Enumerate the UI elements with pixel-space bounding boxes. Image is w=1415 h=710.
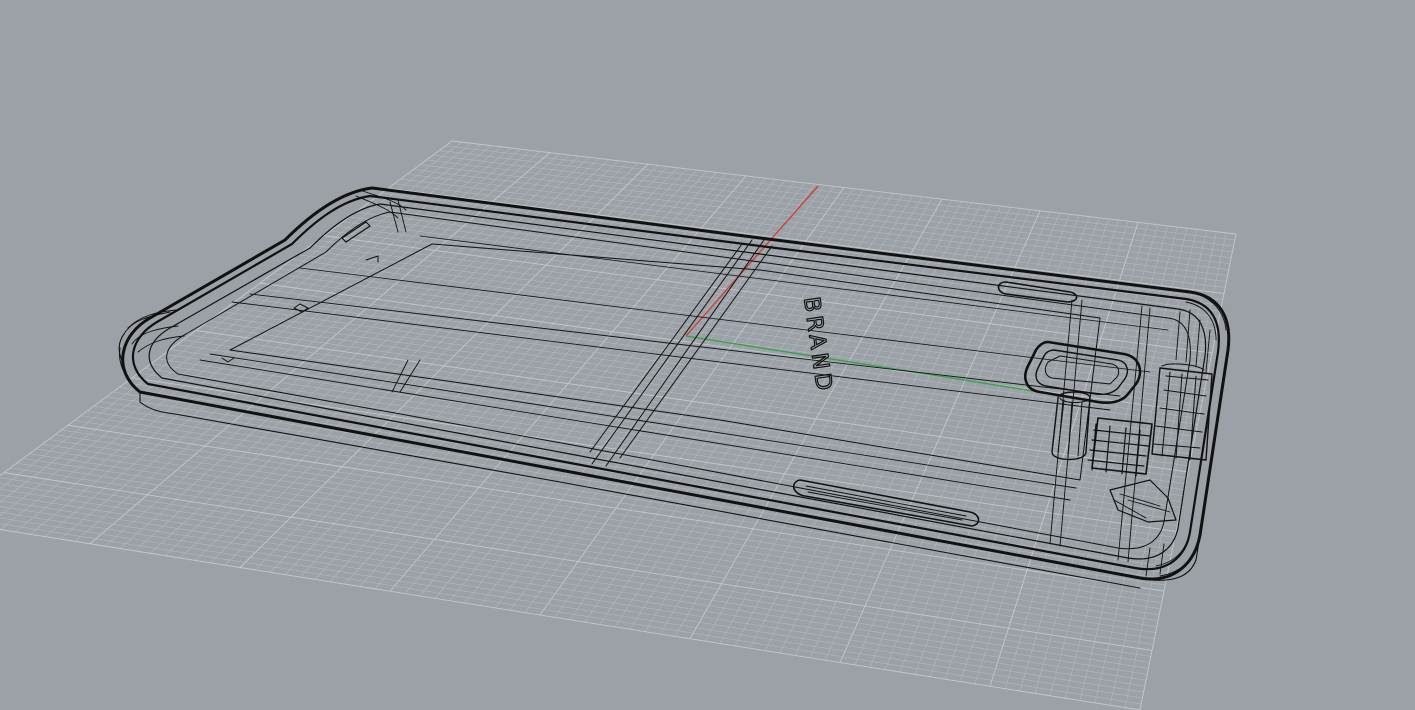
grid-line [0,494,1148,675]
brand-text: BRAND [798,295,836,395]
perspective-viewport[interactable]: BRAND [0,0,1415,710]
outer-rim-top [131,194,1220,571]
grid-line [0,477,1151,657]
grid-line [0,500,1147,681]
construction-grid [0,140,1237,710]
grid-line [0,483,1150,663]
panel-line-6 [299,267,1151,373]
grid-line [3,472,1153,651]
viewport-canvas[interactable]: BRAND [0,0,1415,710]
brand-embossing: BRAND [797,295,837,397]
panel-line-1 [231,301,1111,411]
